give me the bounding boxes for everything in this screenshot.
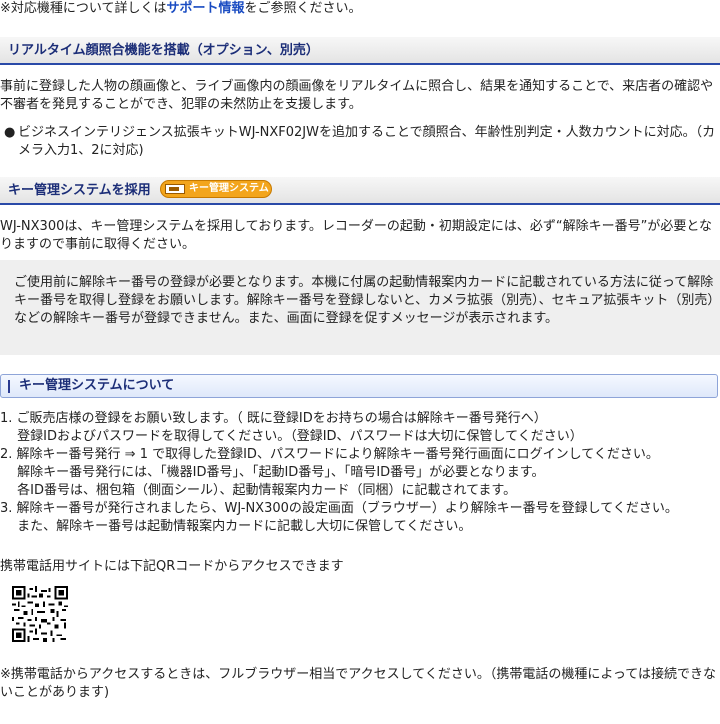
tag-icon [165, 184, 185, 194]
step-line: 2. 解除キー番号発行 ⇒ 1 で取得した登録ID、パスワードにより解除キー番号… [0, 447, 659, 462]
step-line: また、解除キー番号は起動情報案内カードに記載し大切に保管してください。 [0, 519, 472, 534]
section-heading-face-matching: リアルタイム顔照合機能を搭載（オプション、別売） [0, 37, 720, 65]
about-heading: キー管理システムについて [0, 374, 718, 398]
step-line: 解除キー番号発行には、「機器ID番号」、「起動ID番号」、「暗号ID番号」が必要… [0, 465, 545, 480]
section-title: リアルタイム顔照合機能を搭載（オプション、別売） [8, 43, 319, 58]
bullet-text: ビジネスインテリジェンス拡張キットWJ-NXF02JWを追加することで顔照合、年… [18, 125, 716, 158]
notice-box: ご使用前に解除キー番号の登録が必要となります。本機に付属の起動情報案内カードに記… [0, 260, 720, 355]
section-title: キー管理システムを採用 [8, 183, 151, 198]
support-info-link[interactable]: サポート情報 [167, 1, 245, 16]
support-note-prefix: ※対応機種について詳しくは [0, 1, 167, 16]
key-management-badge: キー管理システム [160, 180, 272, 198]
about-title: キー管理システムについて [19, 378, 175, 393]
step-line: 各ID番号は、梱包箱（側面シール）、起動情報案内カード（同梱）に記載されてます。 [0, 483, 517, 498]
heading-bar [8, 380, 10, 393]
notice-text: ご使用前に解除キー番号の登録が必要となります。本機に付属の起動情報案内カードに記… [14, 275, 714, 326]
step-line: 1. ご販売店様の登録をお願い致します。（ 既に登録IDをお持ちの場合は解除キー… [0, 411, 547, 426]
page: ※対応機種について詳しくはサポート情報をご参照ください。 リアルタイム顔照合機能… [0, 0, 720, 724]
badge-label: キー管理システム [189, 183, 269, 194]
step-line: 3. 解除キー番号が発行されましたら、WJ-NX300の設定画面（ブラウザー）よ… [0, 501, 678, 516]
mobile-access-note: ※携帯電話からアクセスするときは、フルブラウザー相当でアクセスしてください。（携… [0, 667, 717, 700]
qr-code-icon[interactable] [12, 586, 68, 642]
section-heading-key-management: キー管理システムを採用 キー管理システム [0, 177, 720, 205]
face-matching-description: 事前に登録した人物の顔画像と、ライブ画像内の顔画像をリアルタイムに照合し、結果を… [0, 79, 714, 112]
bullet-icon: ● [4, 125, 16, 140]
step-line: 登録IDおよびパスワードを取得してください。（登録ID、パスワードは大切に保管し… [0, 429, 583, 444]
support-note-suffix: をご参照ください。 [244, 1, 362, 16]
steps-list: 1. ご販売店様の登録をお願い致します。（ 既に登録IDをお持ちの場合は解除キー… [0, 410, 718, 536]
key-management-description: WJ-NX300は、キー管理システムを採用しております。レコーダーの起動・初期設… [0, 219, 712, 252]
support-note: ※対応機種について詳しくはサポート情報をご参照ください。 [0, 0, 720, 20]
mobile-site-text: 携帯電話用サイトには下記QRコードからアクセスできます [0, 559, 344, 574]
